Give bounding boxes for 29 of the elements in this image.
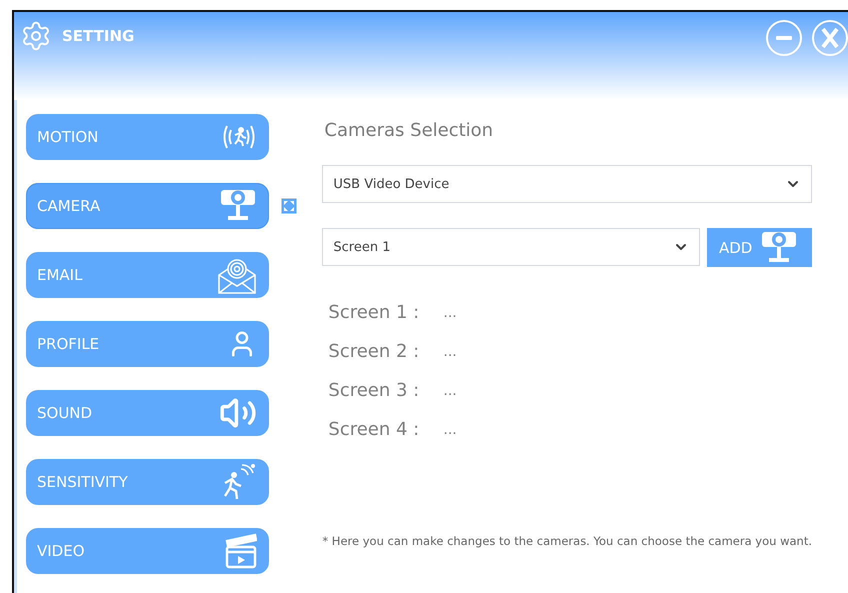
screen-value: ... xyxy=(443,382,457,398)
screen-label: Screen 3 : xyxy=(327,380,420,401)
screen-value: ... xyxy=(443,344,457,360)
close-button[interactable] xyxy=(812,20,848,56)
window-title: SETTING xyxy=(62,27,136,45)
running-person-signal-icon xyxy=(221,463,257,501)
clapperboard-icon xyxy=(225,533,257,569)
sidebar-item[interactable]: PROFILE xyxy=(26,321,269,367)
help-note: * Here you can make changes to the cameras. You can choose the camera you want. xyxy=(322,534,812,548)
sidebar-item[interactable]: MOTION xyxy=(26,114,269,160)
sidebar-item[interactable]: CAMERA xyxy=(26,183,269,229)
screen-value: ... xyxy=(443,304,457,320)
screen-label: Screen 1 : xyxy=(327,302,420,323)
screen-label: Screen 2 : xyxy=(327,341,420,362)
x-icon xyxy=(821,28,839,48)
expand-icon xyxy=(281,198,297,214)
screen-label: Screen 4 : xyxy=(327,419,420,440)
section-title: Cameras Selection xyxy=(324,120,494,141)
minus-icon xyxy=(776,36,792,40)
sidebar-item[interactable]: EMAIL xyxy=(26,252,269,298)
device-dropdown[interactable]: USB Video Device xyxy=(322,165,812,203)
screen-value: ... xyxy=(443,422,457,438)
minimize-button[interactable] xyxy=(766,20,802,56)
screen-dropdown[interactable]: Screen 1 xyxy=(322,228,700,266)
add-button[interactable]: ADD xyxy=(707,228,812,267)
sidebar-item[interactable]: SOUND xyxy=(26,390,269,436)
sidebar-item[interactable]: SENSITIVITY xyxy=(26,459,269,505)
sidebar-item[interactable]: VIDEO xyxy=(26,528,269,574)
settings-icon xyxy=(20,20,52,52)
